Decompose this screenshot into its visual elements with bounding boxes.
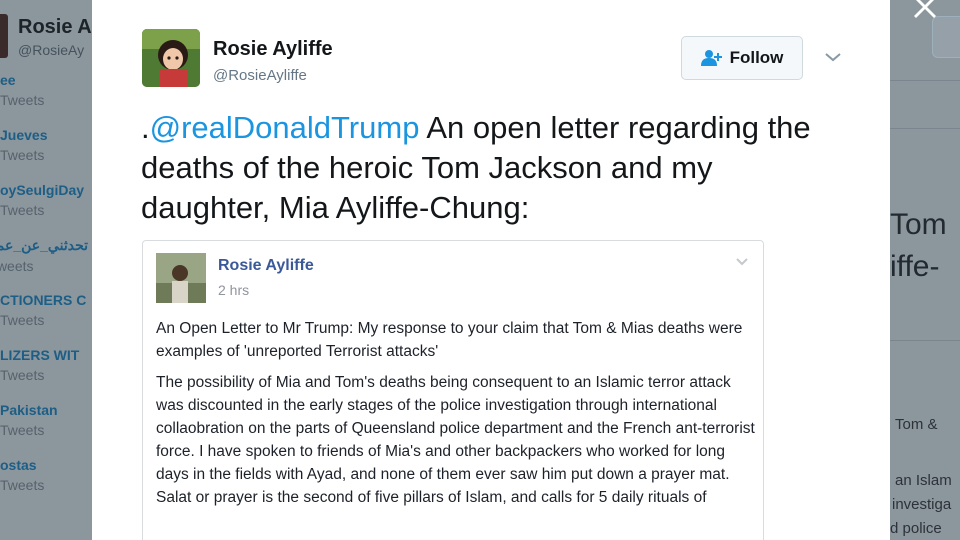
trend-count: Tweets (0, 202, 45, 218)
background-text: investiga (892, 496, 952, 513)
background-profile-avatar (0, 14, 8, 58)
trend-count: Tweets (0, 258, 34, 274)
embedded-post-body: The possibility of Mia and Tom's deaths … (156, 374, 755, 506)
trend-count: Tweets (0, 367, 45, 383)
embedded-post-time: 2 hrs (218, 282, 250, 298)
chevron-down-glyph (825, 53, 841, 62)
trend-count: Tweets (0, 477, 45, 493)
close-icon[interactable] (906, 0, 944, 24)
trend-name: تحدثني_عن_عمر (0, 237, 88, 253)
background-text: Tom (890, 208, 947, 241)
tweet-modal: Rosie Ayliffe @RosieAyliffe Follow .@rea… (92, 0, 890, 540)
background-text: d police (890, 520, 942, 537)
add-user-icon (700, 50, 722, 66)
trend-item[interactable]: Pakistan Tweets (0, 402, 58, 438)
embedded-post-author: Rosie Ayliffe (218, 257, 314, 274)
trend-name: Pakistan (0, 402, 58, 418)
trend-name: CTIONERS C (0, 292, 87, 308)
background-left-column: Rosie A @RosieAy ee Tweets Jueves Tweets… (0, 0, 92, 540)
background-right-column: Tom iffe- Tom & an Islam investiga d pol… (890, 0, 960, 540)
trend-item[interactable]: Jueves Tweets (0, 127, 47, 163)
trend-item[interactable]: LIZERS WIT Tweets (0, 347, 79, 383)
embedded-post-heading: An Open Letter to Mr Trump: My response … (156, 320, 743, 360)
divider (890, 80, 960, 81)
divider (890, 128, 960, 129)
embedded-post-avatar (156, 253, 206, 303)
embedded-avatar-photo (156, 253, 206, 303)
trend-count: Tweets (0, 312, 45, 328)
avatar[interactable] (142, 29, 200, 87)
trend-count: Tweets (0, 422, 45, 438)
trend-item[interactable]: ee Tweets (0, 72, 44, 108)
chevron-down-icon (736, 258, 748, 266)
avatar-photo (142, 29, 200, 87)
trend-item[interactable]: تحدثني_عن_عمر Tweets (0, 237, 88, 274)
trend-count: Tweets (0, 147, 45, 163)
background-text: an Islam (895, 472, 952, 489)
embedded-post-image[interactable]: Rosie Ayliffe 2 hrs An Open Letter to Mr… (142, 240, 764, 540)
tweet-text-prefix: . (141, 110, 150, 145)
follow-button[interactable]: Follow (681, 36, 803, 80)
tweet-text: .@realDonaldTrump An open letter regardi… (141, 108, 841, 228)
follow-button-label: Follow (729, 48, 784, 67)
trend-count: Tweets (0, 92, 45, 108)
background-text: Tom & (895, 416, 938, 433)
trend-item[interactable]: oySeulgiDay Tweets (0, 182, 84, 218)
author-name[interactable]: Rosie Ayliffe (213, 38, 333, 61)
trend-name: LIZERS WIT (0, 347, 80, 363)
background-profile-name: Rosie A (18, 16, 92, 38)
mention-link[interactable]: @realDonaldTrump (150, 110, 420, 145)
close-icon-glyph (914, 0, 936, 18)
trend-item[interactable]: CTIONERS C Tweets (0, 292, 86, 328)
trend-name: ostas (0, 457, 37, 473)
trend-name: Jueves (0, 127, 48, 143)
trend-item[interactable]: ostas Tweets (0, 457, 44, 493)
divider (890, 340, 960, 341)
author-handle[interactable]: @RosieAyliffe (213, 67, 307, 84)
background-text: iffe- (890, 250, 940, 283)
chevron-down-icon[interactable] (822, 46, 844, 68)
background-profile-handle: @RosieAy (18, 42, 85, 58)
trend-name: ee (0, 72, 16, 88)
trend-name: oySeulgiDay (0, 182, 85, 198)
